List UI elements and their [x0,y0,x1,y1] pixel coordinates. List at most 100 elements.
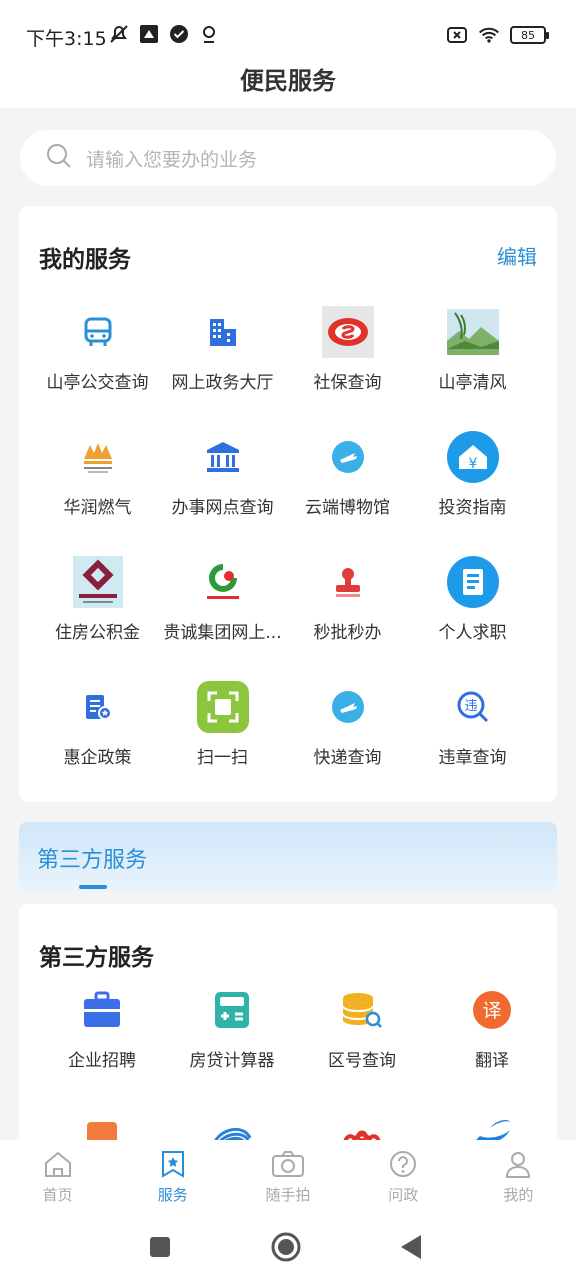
page-title: 便民服务 [240,67,336,95]
nav-label: 随手拍 [265,1186,311,1204]
service-label: 投资指南 [438,498,507,518]
service-label: 惠企政策 [63,748,132,768]
service-label: 违章查询 [438,748,507,768]
nav-snapshot[interactable]: 随手拍 [230,1140,345,1212]
service-label: 山亭公交查询 [46,373,149,393]
service-label: 区号查询 [328,1051,396,1071]
home-button[interactable] [271,1232,301,1262]
service-china-resources-gas[interactable]: 华润燃气 [35,417,160,542]
wifi-icon [478,24,500,46]
title-bar: 便民服务 [0,62,576,108]
status-icons-left [108,23,220,45]
status-time: 下午3:15 [26,28,107,50]
briefcase-icon [76,984,128,1036]
service-enterprise-policy[interactable]: 惠企政策 [35,667,160,792]
nav-label: 我的 [503,1186,534,1204]
service-label: 扫一扫 [197,748,248,768]
bottom-nav: 首页 服务 随手拍 问政 我的 [0,1140,576,1212]
mute-bell-icon [108,23,130,45]
service-job-seeking[interactable]: 个人求职 [410,542,535,667]
question-icon [389,1150,417,1182]
tab-third-party[interactable]: 第三方服务 [37,842,147,874]
plane-circle-icon [322,681,374,733]
search-input[interactable]: 请输入您要办的业务 [20,130,556,186]
location-pin-icon [198,23,220,45]
service-instant-approval[interactable]: 秒批秒办 [285,542,410,667]
search-icon [46,143,72,173]
edit-button[interactable]: 编辑 [497,241,537,270]
third-party-card: 第三方服务 企业招聘 房贷计算器 区号查询 译 翻译 [19,904,557,1144]
service-shanting-qingfeng[interactable]: 山亭清风 [410,292,535,417]
app-notification-icon [138,23,160,45]
service-label: 快递查询 [313,748,382,768]
svg-text:违: 违 [464,699,477,714]
service-label: 山亭清风 [438,373,507,393]
service-label: 网上政务大厅 [171,373,274,393]
service-violation-query[interactable]: 违 违章查询 [410,667,535,792]
database-search-icon [336,984,388,1036]
service-bus-query[interactable]: 山亭公交查询 [35,292,160,417]
nav-services[interactable]: 服务 [115,1140,230,1212]
service-mortgage-calculator[interactable]: 房贷计算器 [167,984,297,1100]
search-area: 请输入您要办的业务 [0,108,576,186]
service-online-gov-hall[interactable]: 网上政务大厅 [160,292,285,417]
service-label: 办事网点查询 [171,498,274,518]
service-enterprise-recruit[interactable]: 企业招聘 [37,984,167,1100]
nav-home[interactable]: 首页 [0,1140,115,1212]
nav-profile[interactable]: 我的 [461,1140,576,1212]
calculator-icon [206,984,258,1036]
social-security-logo [321,306,374,358]
service-express-query[interactable]: 快递查询 [285,667,410,792]
service-label: 贵诚集团网上... [163,623,282,643]
user-icon [504,1150,532,1182]
service-label: 房贷计算器 [189,1051,275,1071]
policy-doc-icon [72,681,124,733]
my-services-grid: 山亭公交查询 网上政务大厅 社保查询 山亭清风 华润燃气 办事网点查询 云端博物… [35,292,535,792]
status-bar: 下午3:15 85 [0,0,576,62]
camera-icon [271,1150,305,1182]
svg-text:译: 译 [482,1000,501,1022]
service-guicheng-group[interactable]: 贵诚集团网上... [160,542,285,667]
back-button[interactable] [396,1232,426,1262]
china-resources-gas-logo [72,431,124,483]
service-label: 企业招聘 [68,1051,136,1071]
status-icons-right: 85 [446,24,549,46]
plane-circle-icon [322,431,374,483]
service-translate[interactable]: 译 翻译 [427,984,557,1100]
service-label: 翻译 [475,1051,509,1071]
housing-fund-logo [72,556,124,608]
third-party-title: 第三方服务 [39,945,154,971]
battery-indicator: 85 [510,26,549,44]
stamp-icon [322,556,374,608]
service-label: 社保查询 [313,373,382,393]
service-housing-fund[interactable]: 住房公积金 [35,542,160,667]
landscape-image [446,306,499,358]
guicheng-group-logo [197,556,249,608]
nav-inquiry[interactable]: 问政 [346,1140,461,1212]
bus-icon [72,306,124,358]
service-scan[interactable]: 扫一扫 [160,667,285,792]
star-bookmark-icon [159,1150,187,1182]
resume-circle-icon [446,556,499,608]
service-label: 住房公积金 [55,623,140,643]
recent-apps-button[interactable] [145,1232,175,1262]
service-investment-guide[interactable]: ¥ 投资指南 [410,417,535,542]
translate-icon: 译 [466,984,518,1036]
service-area-code-query[interactable]: 区号查询 [297,984,427,1100]
my-services-title: 我的服务 [39,247,131,273]
service-label: 个人求职 [438,623,507,643]
service-office-location[interactable]: 办事网点查询 [160,417,285,542]
third-party-grid: 企业招聘 房贷计算器 区号查询 译 翻译 [37,984,557,1100]
search-placeholder: 请输入您要办的业务 [86,148,258,171]
bank-icon [197,431,249,483]
building-icon [197,306,249,358]
service-cloud-museum[interactable]: 云端博物馆 [285,417,410,542]
nav-label: 问政 [388,1186,419,1204]
nav-label: 首页 [42,1186,73,1204]
third-party-tab-bar: 第三方服务 [19,822,557,892]
my-services-card: 我的服务 编辑 山亭公交查询 网上政务大厅 社保查询 山亭清风 华润燃气 办事网… [19,206,557,802]
service-label: 云端博物馆 [305,498,390,518]
system-nav-bar [0,1212,576,1280]
service-social-security[interactable]: 社保查询 [285,292,410,417]
service-label: 华润燃气 [63,498,132,518]
